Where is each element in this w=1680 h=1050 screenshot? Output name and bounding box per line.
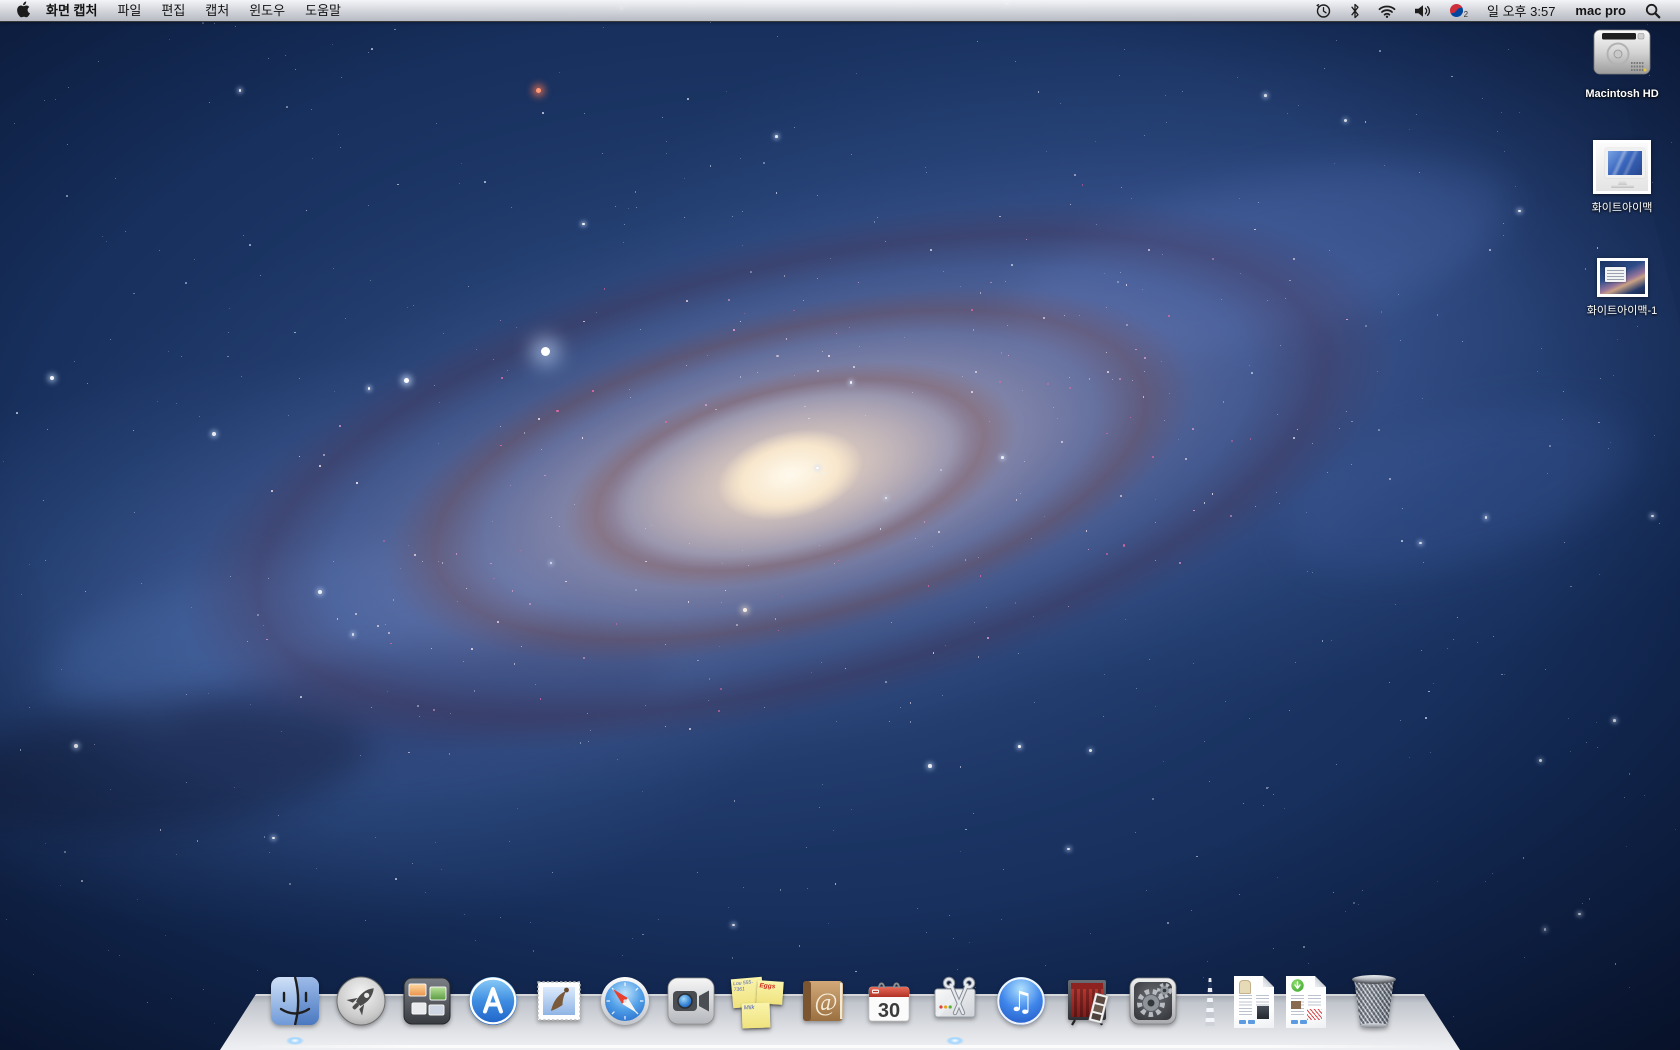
apple-logo-icon: [16, 1, 30, 21]
spotlight-icon[interactable]: [1636, 0, 1670, 21]
menu-window[interactable]: 윈도우: [239, 0, 295, 21]
input-source-badge: 2: [1464, 10, 1468, 19]
sticky-note: Milk: [742, 1003, 771, 1029]
hard-drive-icon: [1591, 26, 1653, 83]
mail-icon[interactable]: [532, 974, 586, 1028]
safari-icon[interactable]: [598, 974, 652, 1028]
finder-icon[interactable]: [268, 974, 322, 1028]
korean-input-source-icon[interactable]: 2: [1441, 0, 1477, 21]
dock: Lou 555-7361 Eggs Milk @: [0, 890, 1680, 1050]
document-1-icon[interactable]: [1234, 976, 1274, 1028]
fast-user-switching-menu[interactable]: mac pro: [1565, 3, 1636, 18]
photo-booth-icon[interactable]: [1060, 974, 1114, 1028]
menu-help[interactable]: 도움말: [295, 0, 351, 21]
trash-rim: [1352, 975, 1396, 984]
apple-menu[interactable]: [0, 1, 40, 21]
stickies-icon[interactable]: Lou 555-7361 Eggs Milk: [730, 974, 784, 1028]
desktop-icon-macintosh-hd[interactable]: Macintosh HD: [1562, 26, 1680, 100]
text-lines: [1256, 995, 1269, 1006]
trash-mesh-body: [1354, 978, 1394, 1026]
doc-thumbnail: [1291, 1001, 1301, 1009]
ical-icon[interactable]: 30: [862, 974, 916, 1028]
text-lines: [1308, 995, 1321, 1006]
mini-window-graphic: [1605, 267, 1626, 282]
image-file-icon: [1597, 258, 1648, 297]
system-preferences-icon[interactable]: [1126, 974, 1180, 1028]
sticky-note: Eggs: [756, 980, 784, 1005]
menu-app-name[interactable]: 화면 캡처: [40, 0, 107, 21]
wifi-icon[interactable]: [1369, 0, 1405, 21]
page-fold: [1315, 976, 1326, 987]
menu-edit[interactable]: 편집: [151, 0, 195, 21]
itunes-icon[interactable]: ♫: [994, 974, 1048, 1028]
mission-control-icon[interactable]: [400, 974, 454, 1028]
menu-status-area: 2 일 오후 3:57 mac pro: [1306, 0, 1680, 21]
desktop-icon-white-imac-1-image[interactable]: 화이트아이맥-1: [1562, 258, 1680, 318]
desktop-icon-label: Macintosh HD: [1585, 88, 1658, 100]
text-lines: [1239, 995, 1252, 1017]
address-book-icon[interactable]: @: [796, 974, 850, 1028]
launchpad-icon[interactable]: [334, 974, 388, 1028]
trash-base: [1360, 1023, 1388, 1028]
facetime-icon[interactable]: [664, 974, 718, 1028]
desktop: 화면 캡처 파일 편집 캡처 윈도우 도움말: [0, 0, 1680, 1050]
volume-icon[interactable]: [1405, 0, 1441, 21]
dock-separator: [1202, 978, 1218, 1026]
imac-base-graphic: [1611, 185, 1634, 188]
bluetooth-icon[interactable]: [1341, 0, 1369, 21]
imac-screen-graphic: [1605, 148, 1645, 178]
menu-clock[interactable]: 일 오후 3:57: [1477, 1, 1565, 20]
running-indicator-grab: [946, 1037, 964, 1045]
running-indicator-finder: [286, 1037, 304, 1045]
menu-file[interactable]: 파일: [107, 0, 151, 21]
doc-chip: [1300, 1020, 1307, 1024]
dock-items: Lou 555-7361 Eggs Milk @: [268, 972, 1397, 1028]
doc-chip: [1239, 1020, 1246, 1024]
desktop-icon-label: 화이트아이맥-1: [1587, 302, 1658, 318]
svg-text:30: 30: [878, 1000, 900, 1022]
image-file-icon: [1593, 140, 1651, 194]
document-2-icon[interactable]: [1286, 976, 1326, 1028]
trash-icon[interactable]: [1351, 972, 1397, 1028]
time-machine-icon[interactable]: [1306, 0, 1341, 21]
svg-text:♫: ♫: [1008, 985, 1033, 1018]
doc-chip: [1291, 1020, 1298, 1024]
doc-red-scribble: [1307, 1009, 1322, 1020]
screen-capture-grab-icon[interactable]: [928, 974, 982, 1028]
menu-capture[interactable]: 캡처: [195, 0, 239, 21]
doc-illustration: [1239, 980, 1251, 994]
desktop-icon-label: 화이트아이맥: [1592, 199, 1653, 215]
doc-thumbnail: [1257, 1006, 1269, 1019]
taegeuk-flag-icon: [1450, 4, 1463, 17]
menu-bar: 화면 캡처 파일 편집 캡처 윈도우 도움말: [0, 0, 1680, 22]
page-fold: [1263, 976, 1274, 987]
svg-text:@: @: [814, 989, 837, 1016]
doc-chip: [1248, 1020, 1255, 1024]
download-badge-icon: [1291, 979, 1304, 992]
app-store-icon[interactable]: [466, 974, 520, 1028]
desktop-icon-white-imac-image[interactable]: 화이트아이맥: [1562, 140, 1680, 215]
